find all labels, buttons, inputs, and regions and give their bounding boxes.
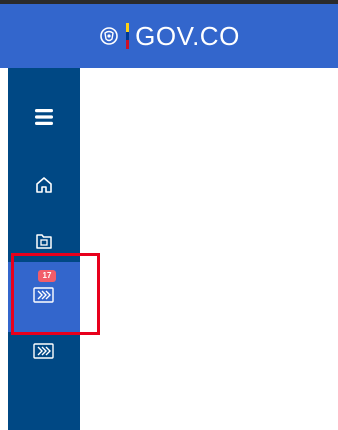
hamburger-menu-button[interactable] xyxy=(8,102,80,136)
sidebar: 17 xyxy=(8,68,80,430)
chevrons-forward-icon xyxy=(33,342,55,365)
home-icon xyxy=(34,175,54,200)
gov-co-logo-text[interactable]: GOV.CO xyxy=(135,21,240,52)
top-header-bar: GOV.CO xyxy=(0,4,338,68)
hamburger-menu-icon xyxy=(34,108,54,131)
folder-icon xyxy=(34,231,54,256)
chevrons-forward-icon xyxy=(33,286,55,309)
sidebar-item-outgoing[interactable] xyxy=(8,338,80,368)
sidebar-item-incoming[interactable]: 17 xyxy=(8,262,80,332)
colombia-shield-icon xyxy=(98,25,120,47)
sidebar-item-documents[interactable] xyxy=(8,226,80,260)
sidebar-item-home[interactable] xyxy=(8,170,80,204)
colombia-flag-icon xyxy=(126,23,130,50)
notification-count-badge: 17 xyxy=(38,270,56,282)
